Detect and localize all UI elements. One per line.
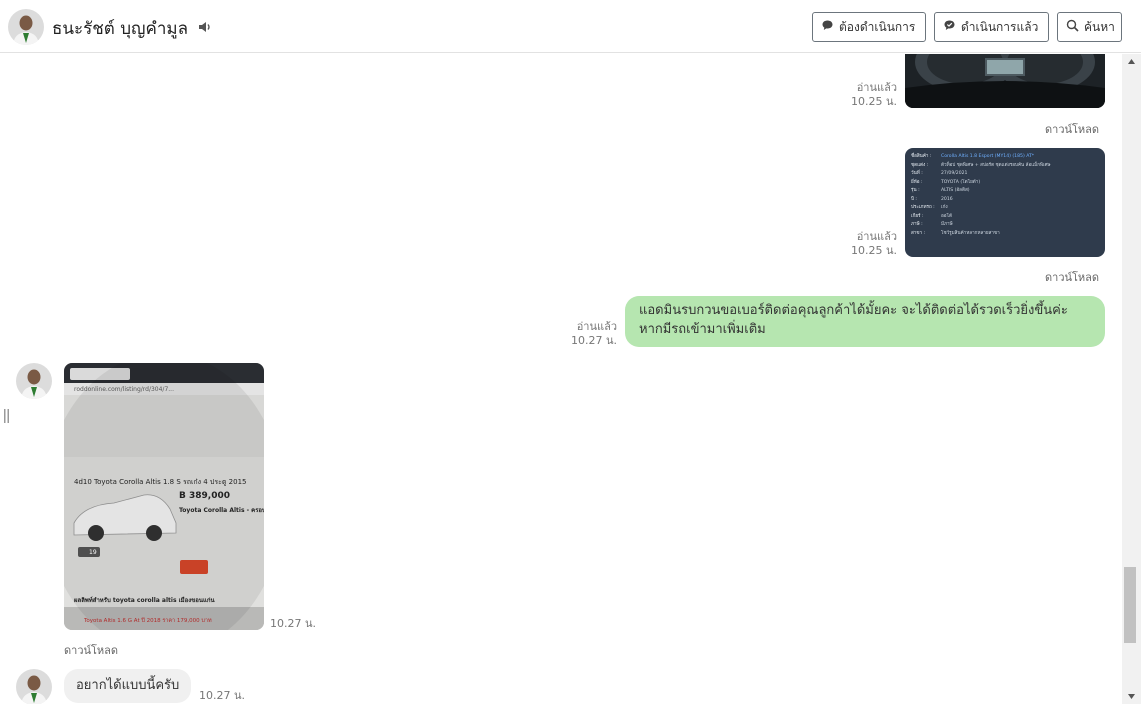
message-image[interactable] xyxy=(905,54,1105,108)
screenshot-photo-count: 19 xyxy=(89,549,97,556)
message-text: แอดมินรบกวนขอเบอร์ติดต่อคุณลูกค้าได้มั้ย… xyxy=(639,303,1068,337)
search-icon xyxy=(1066,19,1079,35)
document-field-value: โชว์รูมสินค้าหลากหลายสาขา xyxy=(941,230,1000,236)
message-time: 10.27 น. xyxy=(570,334,617,347)
message-status: อ่านแล้ว 10.25 น. xyxy=(840,230,897,258)
document-field-value: ออโต้ xyxy=(941,213,952,219)
sender-avatar[interactable] xyxy=(16,363,52,399)
done-label: ดำเนินการแล้ว xyxy=(961,19,1039,34)
download-link[interactable]: ดาวน์โหลด xyxy=(1045,268,1099,286)
document-field-key: เกียร์ : xyxy=(911,213,924,219)
screenshot-footer2: Toyota Altis 1.6 G At ปี 2018 ราคา 179,0… xyxy=(84,618,212,624)
document-row: เกียร์ : ออโต้ xyxy=(911,213,1051,222)
screenshot-footer: ผลลิพท์สำหรับ toyota corolla altis เมือง… xyxy=(74,597,215,604)
sender-avatar[interactable] xyxy=(16,669,52,704)
message-status: อ่านแล้ว 10.25 น. xyxy=(840,81,897,109)
document-row: สาขา : โชว์รูมสินค้าหลากหลายสาขา xyxy=(911,230,1051,239)
contact-avatar[interactable] xyxy=(8,9,44,45)
document-image[interactable]: ชื่อสินค้า : Corolla Altis 1.8 Esport (MY… xyxy=(905,148,1105,257)
message-text: อยากได้แบบนี้ครับ xyxy=(76,678,180,693)
document-field-key: ปี : xyxy=(911,196,917,202)
document-row: วันที่ : 27/09/2021 xyxy=(911,170,1051,179)
document-field-value: TOYOTA (โตโยต้า) xyxy=(941,179,981,185)
message-time: 10.27 น. xyxy=(270,617,317,630)
document-field-key: ภาษี : xyxy=(911,222,923,227)
document-field-key: รุ่น : xyxy=(911,188,920,193)
read-label: อ่านแล้ว xyxy=(856,81,897,94)
read-label: อ่านแล้ว xyxy=(576,320,617,333)
speaker-icon[interactable] xyxy=(197,19,213,35)
document-field-value: 27/09/2021 xyxy=(941,171,968,176)
read-label: อ่านแล้ว xyxy=(856,230,897,243)
chat-area: อ่านแล้ว 10.25 น. ดาวน์โหลด อ่านแล้ว 10.… xyxy=(0,54,1122,704)
document-row: ภาษี : มีภาษี xyxy=(911,221,1051,230)
message-time: 10.25 น. xyxy=(850,244,897,257)
document-row: ยี่ห้อ : TOYOTA (โตโยต้า) xyxy=(911,179,1051,188)
document-row: ชุดแต่ง : ตัวท็อป ชุดพิเศษ + สปอร์ต ชุดแต… xyxy=(911,162,1051,171)
document-field-key: ชุดแต่ง : xyxy=(911,162,929,168)
document-field-value: 2016 xyxy=(941,196,953,202)
screenshot-url: roddonline.com/listing/rd/304/7... xyxy=(74,386,174,393)
document-field-value: Corolla Altis 1.8 Esport (MY14) (185) AT… xyxy=(941,154,1035,159)
download-link[interactable]: ดาวน์โหลด xyxy=(64,641,118,659)
message-time: 10.27 น. xyxy=(199,689,246,702)
document-field-value: เก๋ง xyxy=(941,205,948,210)
document-field-key: สาขา : xyxy=(911,230,926,236)
resize-handle[interactable] xyxy=(4,408,10,423)
download-link[interactable]: ดาวน์โหลด xyxy=(1045,120,1099,138)
outgoing-message[interactable]: แอดมินรบกวนขอเบอร์ติดต่อคุณลูกค้าได้มั้ย… xyxy=(625,296,1105,347)
document-field-value: ALTIS (อัลติส) xyxy=(941,188,970,193)
contact-name: ธนะรัชต์ บุญคำมูล xyxy=(52,19,189,39)
incoming-message[interactable]: อยากได้แบบนี้ครับ xyxy=(64,669,192,703)
screenshot-price: B 389,000 xyxy=(179,491,230,501)
chat-check-icon xyxy=(943,19,956,35)
document-row: ประเภทรถ : เก๋ง xyxy=(911,204,1051,213)
chat-header: ธนะรัชต์ บุญคำมูล ต้องดำเนินการ ดำเนินกา… xyxy=(0,0,1141,53)
document-row: ชื่อสินค้า : Corolla Altis 1.8 Esport (MY… xyxy=(911,153,1051,162)
scrollbar-thumb[interactable] xyxy=(1124,567,1136,643)
document-row: รุ่น : ALTIS (อัลติส) xyxy=(911,187,1051,196)
search-button[interactable]: ค้นหา xyxy=(1057,12,1122,42)
pending-button[interactable]: ต้องดำเนินการ xyxy=(812,12,926,42)
done-button[interactable]: ดำเนินการแล้ว xyxy=(934,12,1049,42)
document-field-key: ชื่อสินค้า : xyxy=(911,154,932,159)
document-row: ปี : 2016 xyxy=(911,196,1051,205)
message-time: 10.25 น. xyxy=(850,95,897,108)
message-status: อ่านแล้ว 10.27 น. xyxy=(560,320,617,348)
screenshot-model: Toyota Corolla Altis - ครอบครัว xyxy=(179,507,264,514)
search-label: ค้นหา xyxy=(1084,19,1115,34)
document-field-key: ประเภทรถ : xyxy=(911,205,935,210)
pending-label: ต้องดำเนินการ xyxy=(839,19,916,34)
screenshot-listing-title: 4d10 Toyota Corolla Altis 1.8 S รถเก๋ง 4… xyxy=(74,478,247,486)
listing-screenshot-image[interactable]: roddonline.com/listing/rd/304/7... 4d10 … xyxy=(64,363,264,630)
document-field-value: มีภาษี xyxy=(941,222,953,227)
document-fields: ชื่อสินค้า : Corolla Altis 1.8 Esport (MY… xyxy=(911,153,1051,238)
document-field-key: วันที่ : xyxy=(911,171,923,176)
document-field-key: ยี่ห้อ : xyxy=(911,179,923,185)
document-field-value: ตัวท็อป ชุดพิเศษ + สปอร์ต ชุดแต่งรอบคัน … xyxy=(941,162,1051,168)
chat-bubble-icon xyxy=(821,19,834,35)
